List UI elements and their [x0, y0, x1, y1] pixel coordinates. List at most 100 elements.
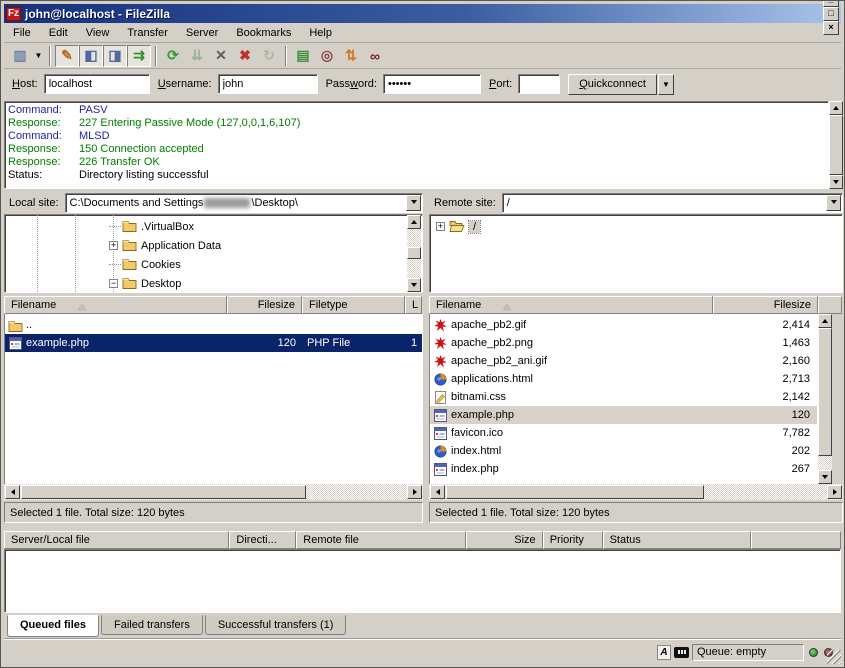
toggle-queue-button[interactable]: ⇉ — [127, 45, 151, 67]
local-tree[interactable]: .VirtualBox+Application DataCookies−Desk… — [4, 214, 423, 293]
filter-button[interactable]: ▤ — [291, 45, 315, 67]
file-row-applications-html[interactable]: applications.html2,713 — [430, 370, 817, 388]
log-line-text: 227 Entering Passive Mode (127,0,0,1,6,1… — [79, 117, 300, 130]
site-manager-button-dropdown[interactable]: ▼ — [32, 45, 45, 67]
host-input[interactable] — [44, 74, 150, 94]
menu-item-server[interactable]: Server — [177, 24, 227, 42]
php-file-icon — [432, 427, 448, 440]
tree-connector — [109, 264, 121, 265]
column-header-filename[interactable]: Filename — [429, 296, 713, 314]
remote-site-combo[interactable]: / — [502, 193, 843, 213]
local-site-combo[interactable]: C:\Documents and Settings\Desktop\ — [65, 193, 423, 213]
cancel-operation-button[interactable]: ✕ — [209, 45, 233, 67]
quickconnect-dropdown[interactable]: ▼ — [658, 74, 674, 95]
column-header-l[interactable]: L — [405, 296, 422, 314]
username-label: Username: — [158, 78, 212, 90]
menu-item-help[interactable]: Help — [300, 24, 341, 42]
process-queue-button[interactable]: ⇊ — [185, 45, 209, 67]
column-header-empty[interactable] — [818, 296, 842, 314]
file-row-index-html[interactable]: index.html202 — [430, 442, 817, 460]
column-header-size[interactable]: Size — [466, 531, 543, 549]
menu-item-transfer[interactable]: Transfer — [118, 24, 177, 42]
refresh-button[interactable]: ⟳ — [161, 45, 185, 67]
toolbar-separator — [49, 46, 51, 66]
file-row-index-php[interactable]: index.php267 — [430, 460, 817, 478]
column-header-filesize[interactable]: Filesize — [713, 296, 818, 314]
synchronized-browsing-button[interactable]: ⇅ — [339, 45, 363, 67]
column-header-status[interactable]: Status — [603, 531, 752, 549]
folder-icon — [122, 219, 137, 235]
site-manager-button[interactable]: ▥ — [8, 45, 32, 67]
remote-h-scrollbar[interactable] — [429, 484, 843, 500]
expand-icon[interactable]: + — [109, 241, 118, 250]
tab-failed-transfers[interactable]: Failed transfers — [101, 615, 203, 635]
find-files-button[interactable]: ∞ — [363, 45, 387, 67]
file-row-example-php[interactable]: example.php120 — [430, 406, 817, 424]
queue-body[interactable] — [4, 549, 841, 613]
resize-grip[interactable] — [827, 650, 841, 664]
tree-item-application-data[interactable]: +Application Data — [109, 236, 221, 255]
toggle-message-log-button[interactable]: ✎ — [55, 45, 79, 67]
tree-item--[interactable]: +/ — [436, 217, 480, 236]
remote-site-dropdown[interactable] — [826, 195, 841, 211]
menu-item-edit[interactable]: Edit — [40, 24, 77, 42]
column-label: Remote file — [303, 534, 359, 546]
tab-successful-transfers-1-[interactable]: Successful transfers (1) — [205, 615, 347, 635]
file-row-apache-pb2-png[interactable]: apache_pb2.png1,463 — [430, 334, 817, 352]
file-row-bitnami-css[interactable]: bitnami.css2,142 — [430, 388, 817, 406]
column-header-remote-file[interactable]: Remote file — [296, 531, 466, 549]
reconnect-button[interactable]: ↻ — [257, 45, 281, 67]
column-header-empty[interactable] — [751, 531, 841, 549]
maximize-button[interactable]: □ — [823, 7, 839, 21]
column-header-filesize[interactable]: Filesize — [227, 296, 302, 314]
tree-item-desktop[interactable]: −Desktop — [109, 274, 181, 293]
tree-item-cookies[interactable]: Cookies — [109, 255, 181, 274]
disconnect-button[interactable]: ✖ — [233, 45, 257, 67]
menu-item-file[interactable]: File — [4, 24, 40, 42]
column-header-priority[interactable]: Priority — [543, 531, 603, 549]
menu-item-view[interactable]: View — [77, 24, 119, 42]
toggle-local-tree-button[interactable]: ◧ — [79, 45, 103, 67]
file-row-apache-pb2-ani-gif[interactable]: apache_pb2_ani.gif2,160 — [430, 352, 817, 370]
toggle-remote-tree-button[interactable]: ◨ — [103, 45, 127, 67]
title-bar[interactable]: Fz john@localhost - FileZilla _□× — [4, 4, 841, 23]
username-input[interactable] — [218, 74, 318, 94]
remote-site-row: Remote site: / — [429, 193, 843, 213]
tab-queued-files[interactable]: Queued files — [7, 615, 99, 637]
folder-icon — [122, 238, 137, 254]
local-tree-scrollbar[interactable] — [407, 215, 421, 292]
port-input[interactable] — [518, 74, 560, 94]
log-scrollbar[interactable] — [829, 101, 843, 189]
remote-list-scrollbar[interactable] — [818, 314, 832, 484]
quickconnect-button[interactable]: Quickconnect — [568, 74, 657, 95]
column-header-directi-[interactable]: Directi... — [229, 531, 296, 549]
file-row-example-php[interactable]: example.php120PHP File1 — [5, 334, 422, 352]
remote-tree[interactable]: +/ — [429, 214, 843, 293]
menu-bar: FileEditViewTransferServerBookmarksHelp — [4, 23, 841, 43]
local-site-dropdown[interactable] — [406, 195, 421, 211]
tree-item--virtualbox[interactable]: .VirtualBox — [109, 217, 194, 236]
password-input[interactable] — [383, 74, 481, 94]
sort-ascending-icon — [503, 300, 511, 310]
log-line-type: Response: — [5, 117, 79, 130]
directory-comparison-button[interactable]: ◎ — [315, 45, 339, 67]
column-label: Priority — [550, 534, 584, 546]
column-label: Size — [514, 534, 535, 546]
column-header-server-local-file[interactable]: Server/Local file — [4, 531, 229, 549]
file-row-apache-pb2-gif[interactable]: apache_pb2.gif2,414 — [430, 316, 817, 334]
log-line: Command:MLSD — [5, 130, 828, 143]
file-row--[interactable]: .. — [5, 316, 422, 334]
remote-file-list[interactable]: apache_pb2.gif2,414apache_pb2.png1,463ap… — [429, 314, 818, 484]
column-header-filename[interactable]: Filename — [4, 296, 227, 314]
log-line: Response:227 Entering Passive Mode (127,… — [5, 117, 828, 130]
menu-item-bookmarks[interactable]: Bookmarks — [227, 24, 300, 42]
collapse-icon[interactable]: − — [109, 279, 118, 288]
local-h-scrollbar[interactable] — [4, 484, 423, 500]
speed-limits-icon[interactable] — [674, 647, 689, 658]
expand-icon[interactable]: + — [436, 222, 445, 231]
file-row-favicon-ico[interactable]: favicon.ico7,782 — [430, 424, 817, 442]
message-log[interactable]: Command:PASVResponse:227 Entering Passiv… — [4, 101, 829, 189]
local-file-list[interactable]: ..example.php120PHP File1 — [4, 314, 423, 484]
filezilla-app-icon[interactable]: Fz — [6, 7, 21, 21]
column-header-filetype[interactable]: Filetype — [302, 296, 405, 314]
